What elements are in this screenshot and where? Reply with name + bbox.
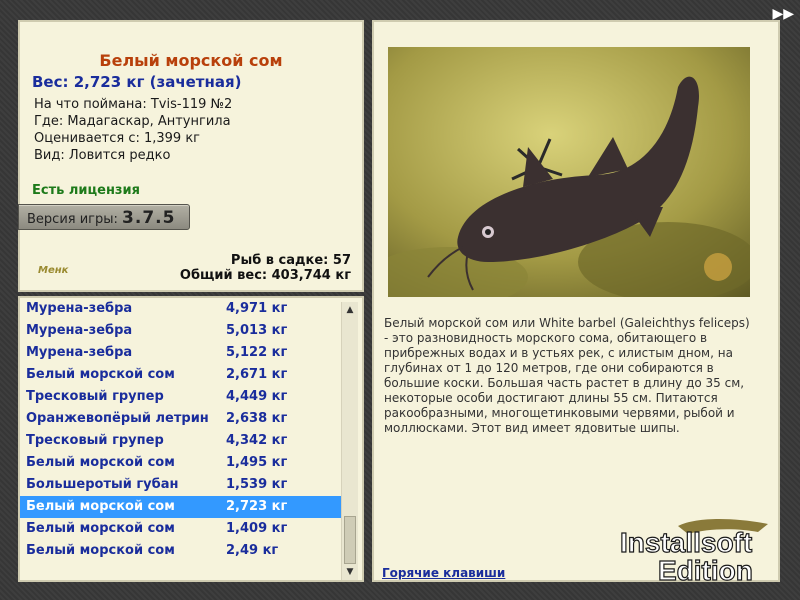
list-item[interactable]: Мурена-зебра 5,122 кг: [20, 342, 342, 364]
catch-weight: 2,49 кг: [226, 543, 279, 558]
watermark-line1: Installsoft: [620, 527, 752, 558]
catch-name: Мурена-зебра: [26, 301, 133, 316]
catch-weight: 1,409 кг: [226, 521, 288, 536]
catch-name: Оранжевопёрый летрин: [26, 411, 209, 426]
list-item[interactable]: Мурена-зебра 4,971 кг: [20, 298, 342, 320]
catch-name: Белый морской сом: [26, 521, 175, 536]
catch-name: Белый морской сом: [26, 543, 175, 558]
catch-name: Тресковый групер: [26, 389, 164, 404]
small-logo: Менк: [38, 265, 69, 276]
fish-kind: Вид: Ловится редко: [34, 148, 171, 163]
catch-name: Мурена-зебра: [26, 345, 133, 360]
catch-name: Тресковый групер: [26, 433, 164, 448]
rated-from: Оценивается с: 1,399 кг: [34, 131, 201, 146]
version-number: 3.7.5: [122, 208, 176, 228]
catch-weight: 4,971 кг: [226, 301, 288, 316]
catch-weight: 2,723 кг: [226, 499, 288, 514]
scroll-up-icon[interactable]: ▲: [342, 302, 358, 318]
list-item[interactable]: Тресковый групер 4,342 кг: [20, 430, 342, 452]
catch-weight: 5,013 кг: [226, 323, 288, 338]
scroll-thumb[interactable]: [344, 516, 356, 564]
location: Где: Мадагаскар, Антунгила: [34, 114, 231, 129]
catch-weight: 2,671 кг: [226, 367, 288, 382]
fish-weight: Вес: 2,723 кг (зачетная): [32, 73, 242, 91]
total-weight: Общий вес: 403,744 кг: [179, 268, 351, 283]
catch-weight: 1,539 кг: [226, 477, 288, 492]
catch-name: Белый морской сом: [26, 499, 175, 514]
license-status: Есть лицензия: [32, 183, 140, 198]
catch-weight: 5,122 кг: [226, 345, 288, 360]
installsoft-watermark: Installsoft Edition: [618, 514, 788, 587]
version-label: Версия игры:: [27, 212, 118, 227]
scroll-down-icon[interactable]: ▼: [342, 564, 358, 580]
catch-list-panel: Мурена-зебра 4,971 кг Мурена-зебра 5,013 кг…: [18, 296, 364, 582]
catch-list[interactable]: Мурена-зебра 4,971 кг Мурена-зебра 5,013 кг…: [20, 298, 342, 562]
list-item[interactable]: Белый морской сом 2,671 кг: [20, 364, 342, 386]
list-item[interactable]: Оранжевопёрый летрин 2,638 кг: [20, 408, 342, 430]
fish-info-panel: Белый морской сом Вес: 2,723 кг (зачетна…: [18, 20, 364, 292]
list-item[interactable]: Белый морской сом 2,723 кг: [20, 496, 342, 518]
list-item[interactable]: Большеротый губан 1,539 кг: [20, 474, 342, 496]
watermark-line2: Edition: [658, 555, 753, 584]
fish-count: Рыб в садке: 57: [230, 253, 351, 268]
catch-name: Большеротый губан: [26, 477, 179, 492]
list-scrollbar[interactable]: ▲ ▼: [341, 302, 358, 580]
list-item[interactable]: Белый морской сом 2,49 кг: [20, 540, 342, 562]
hotkeys-link[interactable]: Горячие клавиши: [382, 566, 505, 580]
catch-weight: 1,495 кг: [226, 455, 288, 470]
list-item[interactable]: Мурена-зебра 5,013 кг: [20, 320, 342, 342]
catch-name: Белый морской сом: [26, 367, 175, 382]
caught-on: На что поймана: Tvis-119 №2: [34, 97, 233, 112]
list-item[interactable]: Белый морской сом 1,495 кг: [20, 452, 342, 474]
catch-weight: 4,342 кг: [226, 433, 288, 448]
fish-title: Белый морской сом: [99, 51, 283, 70]
fish-description-panel: Белый морской сом или White barbel (Gale…: [372, 20, 780, 587]
list-item[interactable]: Белый морской сом 1,409 кг: [20, 518, 342, 540]
catch-weight: 4,449 кг: [226, 389, 288, 404]
game-version: Версия игры: 3.7.5: [18, 204, 190, 230]
catch-weight: 2,638 кг: [226, 411, 288, 426]
catch-name: Белый морской сом: [26, 455, 175, 470]
catch-name: Мурена-зебра: [26, 323, 133, 338]
list-item[interactable]: Тресковый групер 4,449 кг: [20, 386, 342, 408]
fish-photo: [388, 47, 750, 297]
fish-description: Белый морской сом или White barbel (Gale…: [384, 316, 750, 435]
